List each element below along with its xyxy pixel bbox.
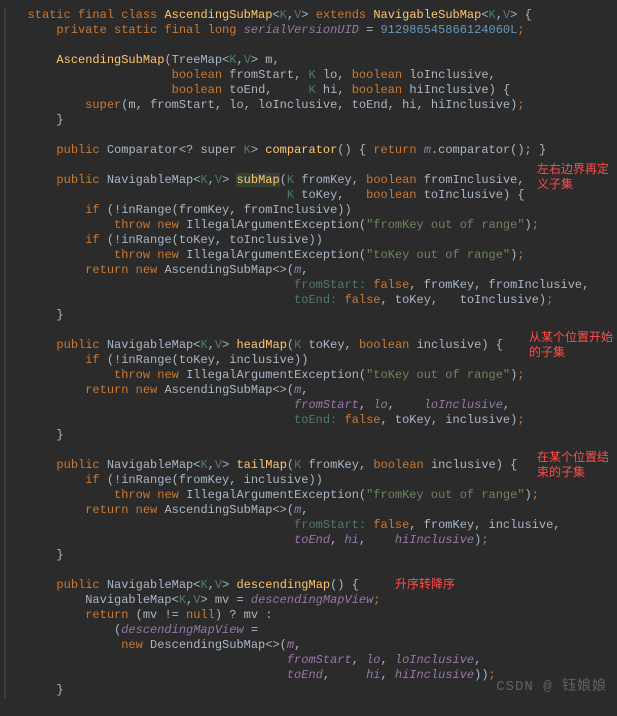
method-tailmap: tailMap — [236, 458, 286, 472]
method-descendingmap: descendingMap — [236, 578, 330, 592]
parent-class: NavigableSubMap — [373, 8, 481, 22]
annotation-submap: 左右边界再定 义子集 — [537, 163, 609, 193]
err-fromkey: "fromKey out of range" — [366, 218, 524, 232]
ctor-name: AscendingSubMap — [56, 53, 164, 67]
err-tokey: "toKey out of range" — [366, 248, 510, 262]
fold-gutter — [4, 8, 6, 698]
annotation-tailmap: 在某个位置结 束的子集 — [537, 451, 609, 481]
serial-value: 912986545866124060L — [380, 23, 517, 37]
kw-static: static final class — [28, 8, 158, 22]
field-serial: serialVersionUID — [244, 23, 359, 37]
method-headmap: headMap — [236, 338, 286, 352]
generic-v: V — [294, 8, 301, 22]
method-comparator: comparator — [265, 143, 337, 157]
generic-k: K — [280, 8, 287, 22]
annotation-headmap: 从某个位置开始 的子集 — [529, 331, 613, 361]
kw-super: super — [85, 98, 121, 112]
method-submap: subMap — [236, 173, 279, 187]
watermark: CSDN @ 钰娘娘 — [496, 679, 607, 697]
kw-private: private static final long — [56, 23, 236, 37]
kw-extends: extends — [316, 8, 366, 22]
class-name: AscendingSubMap — [164, 8, 272, 22]
annotation-descmap: 升序转降序 — [395, 578, 455, 593]
code-editor: static final class AscendingSubMap<K,V> … — [0, 0, 617, 706]
